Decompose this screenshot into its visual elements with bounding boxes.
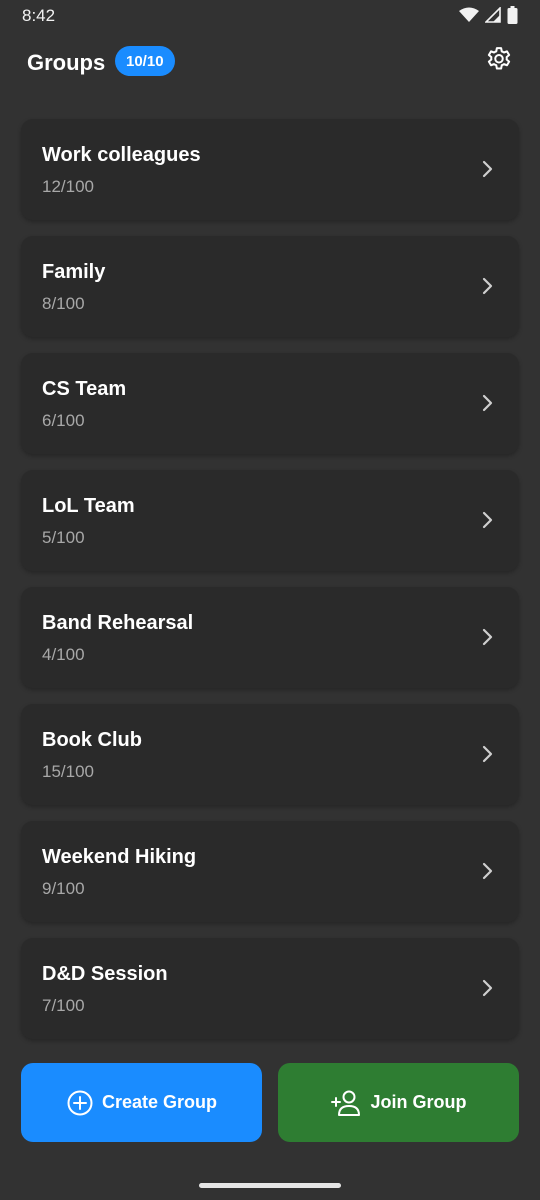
battery-icon xyxy=(507,6,518,24)
add-circle-icon xyxy=(67,1090,93,1115)
bottom-actions: Create Group Join Group xyxy=(21,1063,519,1143)
group-name: LoL Team xyxy=(42,495,135,517)
group-card[interactable]: Family 8/100 xyxy=(21,236,519,337)
group-card[interactable]: D&D Session 7/100 xyxy=(21,938,519,1039)
create-group-button[interactable]: Create Group xyxy=(21,1063,262,1142)
group-name: D&D Session xyxy=(42,963,168,985)
group-card[interactable]: Book Club 15/100 xyxy=(21,704,519,805)
chevron-right-icon xyxy=(482,628,493,646)
status-time: 8:42 xyxy=(22,6,56,25)
groups-screen: 8:42 Groups 10/10 Work colleagues 12/100… xyxy=(0,0,540,1200)
group-list: Work colleagues 12/100 Family 8/100 CS T… xyxy=(21,119,519,1055)
chevron-right-icon xyxy=(482,745,493,763)
join-group-label: Join Group xyxy=(370,1092,467,1112)
chevron-right-icon xyxy=(482,862,493,880)
group-member-count: 4/100 xyxy=(42,645,85,664)
group-name: Family xyxy=(42,261,106,283)
page-title: Groups xyxy=(27,50,106,75)
group-card[interactable]: Weekend Hiking 9/100 xyxy=(21,821,519,922)
join-group-button[interactable]: Join Group xyxy=(278,1063,519,1142)
gear-icon xyxy=(487,47,511,70)
create-group-label: Create Group xyxy=(101,1092,218,1112)
group-name: Work colleagues xyxy=(42,144,201,166)
settings-button[interactable] xyxy=(484,45,514,75)
home-indicator[interactable] xyxy=(199,1183,341,1188)
group-member-count: 9/100 xyxy=(42,879,85,898)
group-member-count: 7/100 xyxy=(42,996,85,1015)
app-header: Groups 10/10 xyxy=(0,40,540,84)
status-icons xyxy=(459,6,518,24)
group-member-count: 6/100 xyxy=(42,411,85,430)
group-name: Band Rehearsal xyxy=(42,612,194,634)
group-card[interactable]: Work colleagues 12/100 xyxy=(21,119,519,220)
group-card[interactable]: LoL Team 5/100 xyxy=(21,470,519,571)
chevron-right-icon xyxy=(482,394,493,412)
chevron-right-icon xyxy=(482,511,493,529)
group-name: Book Club xyxy=(42,729,142,751)
group-count-badge: 10/10 xyxy=(115,46,175,76)
group-member-count: 15/100 xyxy=(42,762,94,781)
group-card[interactable]: Band Rehearsal 4/100 xyxy=(21,587,519,688)
chevron-right-icon xyxy=(482,277,493,295)
group-name: CS Team xyxy=(42,378,127,400)
signal-icon xyxy=(485,7,501,23)
status-bar: 8:42 xyxy=(0,0,540,32)
group-member-count: 8/100 xyxy=(42,294,85,313)
group-member-count: 12/100 xyxy=(42,177,94,196)
group-member-count: 5/100 xyxy=(42,528,85,547)
group-card[interactable]: CS Team 6/100 xyxy=(21,353,519,454)
add-user-icon xyxy=(330,1090,360,1116)
chevron-right-icon xyxy=(482,160,493,178)
group-name: Weekend Hiking xyxy=(42,846,197,868)
wifi-icon xyxy=(459,7,479,23)
chevron-right-icon xyxy=(482,979,493,997)
